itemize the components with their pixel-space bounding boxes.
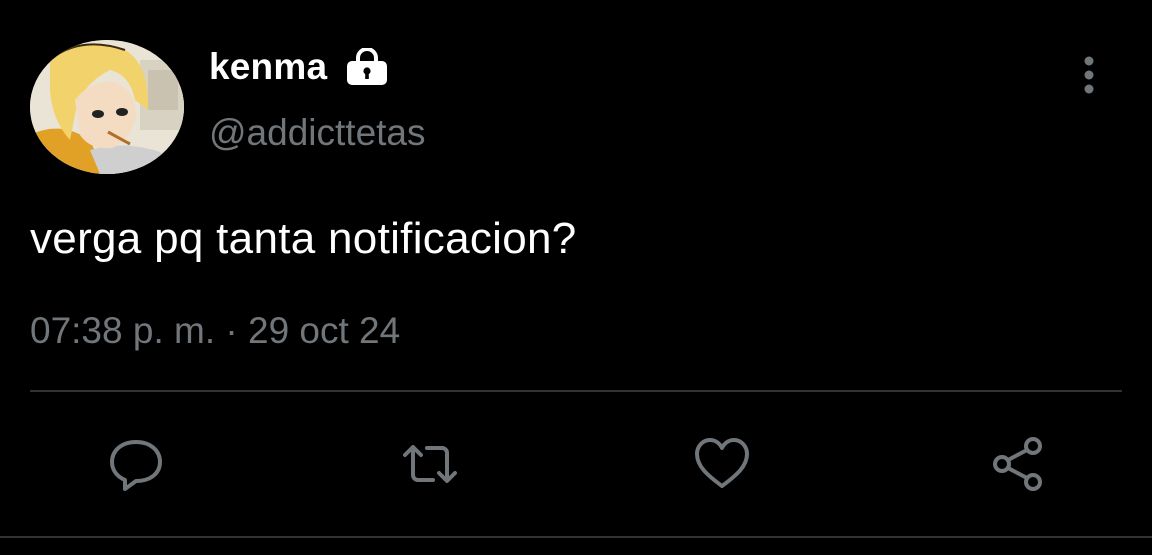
timestamp[interactable]: 07:38 p. m. · 29 oct 24 xyxy=(30,310,400,352)
display-name-row: kenma xyxy=(209,44,389,90)
retweet-icon xyxy=(403,445,457,483)
user-handle[interactable]: @addicttetas xyxy=(209,112,426,154)
tweet: kenma @addicttetas verga pq tanta notifi… xyxy=(0,0,1152,555)
more-vertical-icon[interactable] xyxy=(1072,54,1106,98)
avatar[interactable] xyxy=(30,40,184,174)
divider xyxy=(30,390,1122,392)
reply-icon xyxy=(110,440,162,491)
display-name[interactable]: kenma xyxy=(209,46,327,88)
reply-button[interactable] xyxy=(104,432,168,496)
bottom-divider xyxy=(0,536,1152,538)
tweet-text: verga pq tanta notificacion? xyxy=(30,214,577,263)
heart-icon xyxy=(695,438,749,488)
lock-icon xyxy=(345,47,389,86)
share-icon xyxy=(993,437,1042,491)
retweet-button[interactable] xyxy=(398,432,462,496)
share-button[interactable] xyxy=(986,432,1050,496)
like-button[interactable] xyxy=(690,432,754,496)
